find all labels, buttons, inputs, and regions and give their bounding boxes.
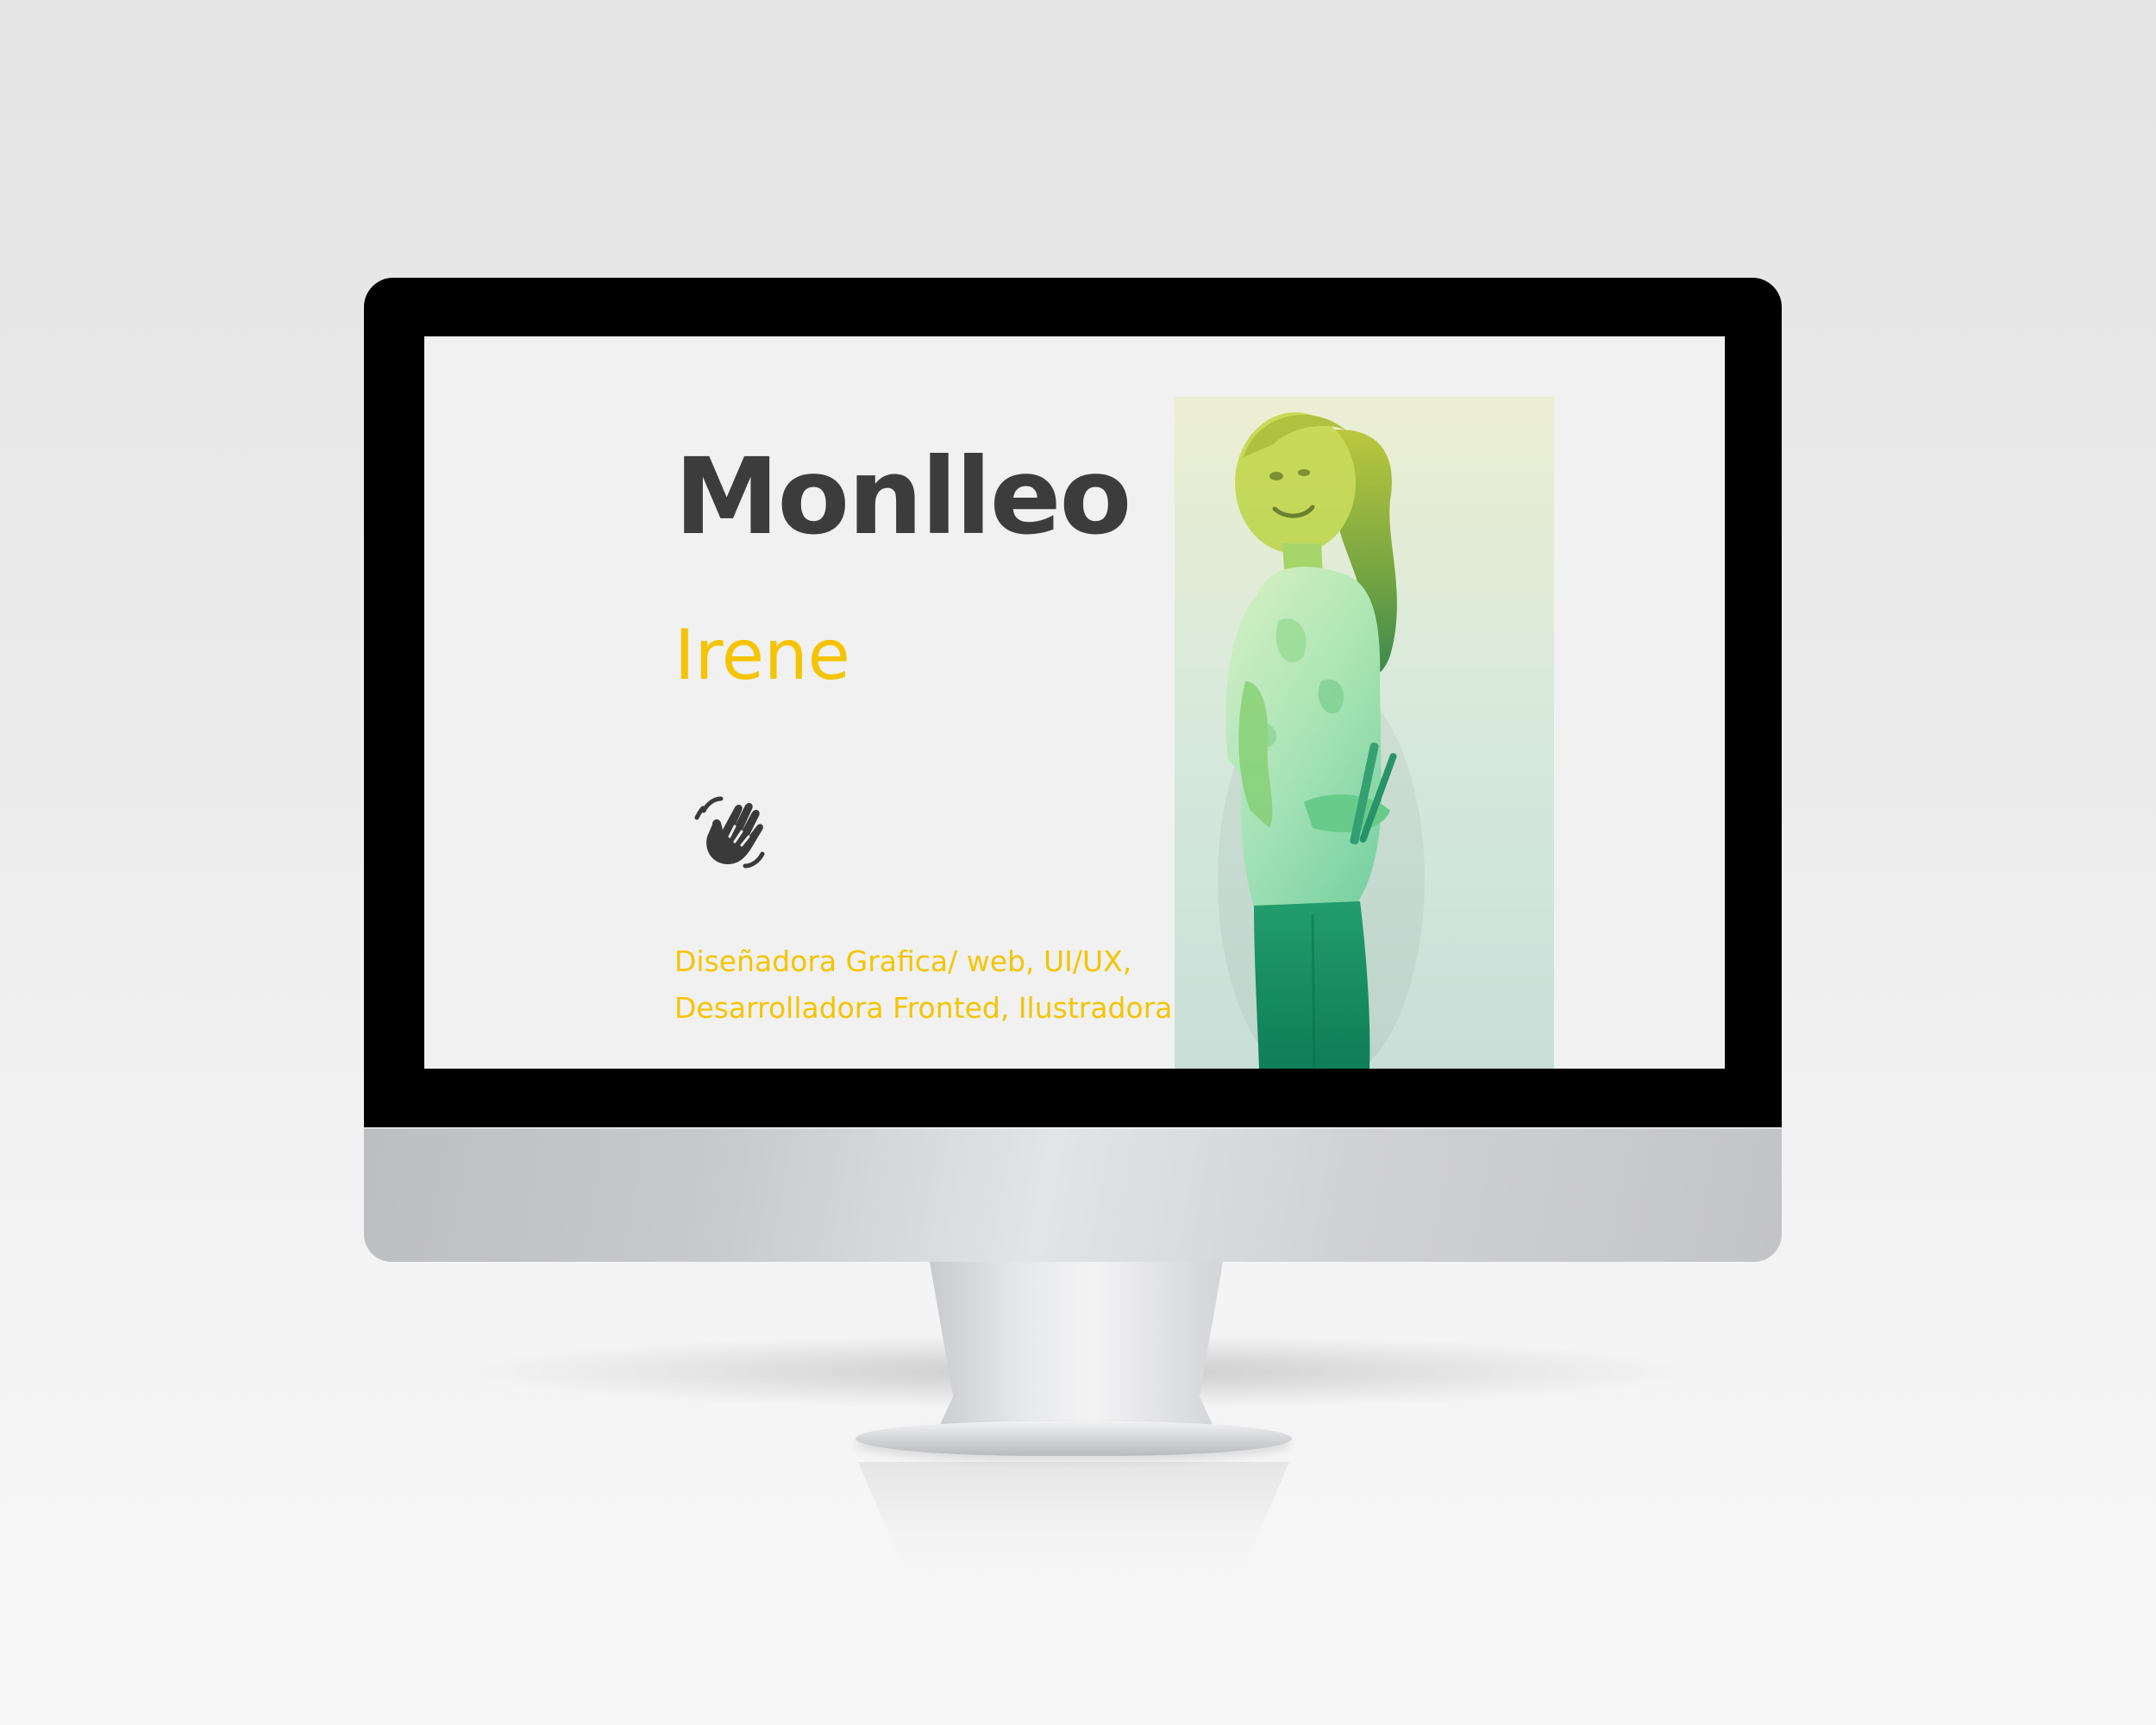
first-name-heading: Irene bbox=[674, 615, 850, 695]
role-line-2: Desarrolladora Fronted, Ilustradora bbox=[674, 991, 1173, 1025]
monitor-stand-base bbox=[856, 1421, 1292, 1456]
monitor-chin bbox=[364, 1127, 1782, 1262]
stand-reflection bbox=[858, 1462, 1289, 1583]
surname-heading: Monlleo bbox=[674, 436, 1131, 558]
role-line-1: Diseñadora Grafica/ web, UI/UX, bbox=[674, 944, 1132, 978]
role-description: Diseñadora Grafica/ web, UI/UX, Desarrol… bbox=[674, 938, 1172, 1032]
portrait-photo bbox=[1175, 397, 1554, 1069]
monitor-screen: Monlleo Irene Diseñadora Grafica/ web, U… bbox=[424, 336, 1725, 1069]
scene: Monlleo Irene Diseñadora Grafica/ web, U… bbox=[0, 0, 2156, 1725]
monitor-stand-neck bbox=[930, 1262, 1223, 1434]
monitor-bezel: Monlleo Irene Diseñadora Grafica/ web, U… bbox=[364, 278, 1782, 1127]
waving-hand-icon bbox=[694, 796, 765, 869]
